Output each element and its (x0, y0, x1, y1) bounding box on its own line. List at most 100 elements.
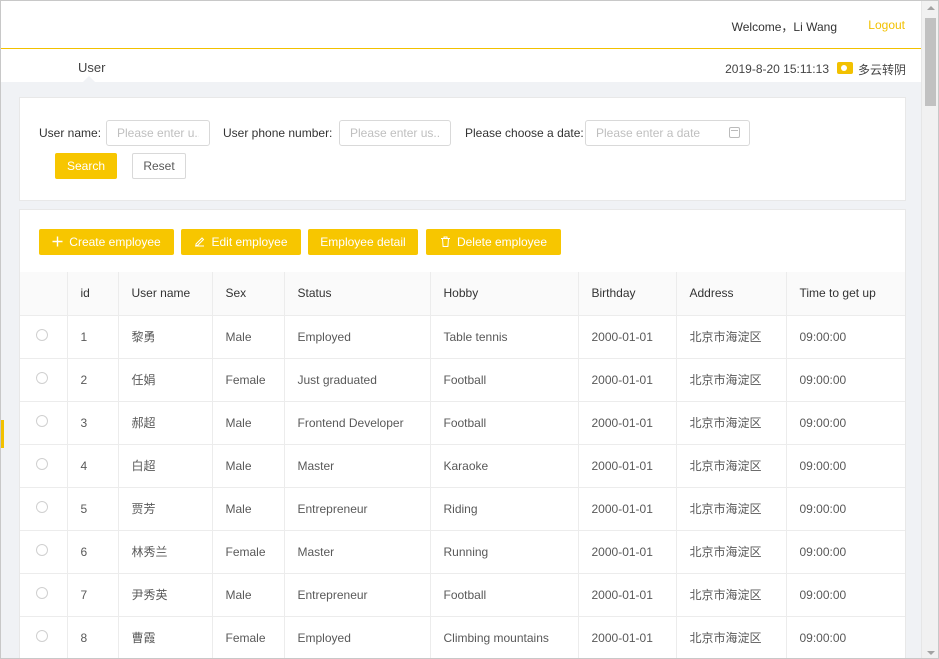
row-radio[interactable] (36, 458, 48, 470)
cell-hobby: Running (430, 530, 579, 574)
welcome-text: Welcome，Li Wang (731, 20, 837, 34)
phone-label: User phone number: (223, 126, 333, 140)
cell-birthday: 2000-01-01 (578, 401, 677, 445)
column-header-birthday[interactable]: Birthday (578, 272, 677, 316)
delete-employee-button[interactable]: Delete employee (426, 229, 561, 255)
table-header-row: id User name Sex Status Hobby Birthday A… (20, 272, 905, 316)
row-select-cell[interactable] (20, 358, 68, 402)
delete-employee-label: Delete employee (456, 235, 548, 249)
cell-status: Just graduated (284, 358, 431, 402)
row-select-cell[interactable] (20, 573, 68, 617)
cell-user-name: 郝超 (118, 401, 213, 445)
scroll-up-arrow-icon[interactable] (927, 6, 935, 10)
create-employee-button[interactable]: Create employee (39, 229, 174, 255)
column-header-id[interactable]: id (67, 272, 119, 316)
row-select-cell[interactable] (20, 487, 68, 531)
plus-icon (52, 236, 63, 249)
cell-getup-time: 09:00:00 (786, 358, 905, 402)
cell-sex: Female (212, 530, 285, 574)
cell-address: 北京市海淀区 (676, 487, 787, 531)
cell-sex: Male (212, 573, 285, 617)
row-radio[interactable] (36, 372, 48, 384)
cell-user-name: 黎勇 (118, 315, 213, 359)
row-select-cell[interactable] (20, 530, 68, 574)
app-window: Welcome，Li Wang Logout User 2019-8-20 15… (0, 0, 939, 659)
column-header-sex[interactable]: Sex (212, 272, 285, 316)
username-input[interactable] (106, 120, 210, 146)
cell-address: 北京市海淀区 (676, 573, 787, 617)
main-content: User name: User phone number: Please cho… (1, 82, 922, 658)
cell-birthday: 2000-01-01 (578, 444, 677, 488)
date-label: Please choose a date: (465, 126, 584, 140)
cell-address: 北京市海淀区 (676, 401, 787, 445)
edit-employee-label: Edit employee (211, 235, 288, 249)
table-row[interactable]: 4 白超 Male Master Karaoke 2000-01-01 北京市海… (20, 444, 905, 488)
trash-icon (440, 236, 451, 249)
reset-button-label: Reset (143, 159, 175, 173)
cell-birthday: 2000-01-01 (578, 616, 677, 658)
cell-hobby: Climbing mountains (430, 616, 579, 658)
cell-sex: Male (212, 401, 285, 445)
phone-input[interactable] (339, 120, 451, 146)
table-row[interactable]: 3 郝超 Male Frontend Developer Football 20… (20, 401, 905, 445)
cell-getup-time: 09:00:00 (786, 401, 905, 445)
table-row[interactable]: 7 尹秀英 Male Entrepreneur Football 2000-01… (20, 573, 905, 617)
username-label: User name: (39, 126, 102, 140)
date-picker-input[interactable] (585, 120, 750, 146)
search-form-card: User name: User phone number: Please cho… (19, 97, 906, 201)
column-header-user-name[interactable]: User name (118, 272, 213, 316)
cell-birthday: 2000-01-01 (578, 530, 677, 574)
cell-hobby: Table tennis (430, 315, 579, 359)
cell-address: 北京市海淀区 (676, 358, 787, 402)
row-radio[interactable] (36, 329, 48, 341)
top-header: Welcome，Li Wang Logout (1, 1, 922, 49)
cell-status: Master (284, 530, 431, 574)
search-button[interactable]: Search (55, 153, 117, 179)
cell-sex: Male (212, 487, 285, 531)
column-header-address[interactable]: Address (676, 272, 787, 316)
calendar-icon[interactable] (729, 127, 740, 138)
edit-employee-button[interactable]: Edit employee (181, 229, 301, 255)
column-header-getup-time[interactable]: Time to get up (786, 272, 905, 316)
scroll-down-arrow-icon[interactable] (927, 651, 935, 655)
cell-status: Entrepreneur (284, 487, 431, 531)
cell-sex: Male (212, 315, 285, 359)
row-select-cell[interactable] (20, 315, 68, 359)
employee-detail-button[interactable]: Employee detail (308, 229, 418, 255)
table-row[interactable]: 8 曹霞 Female Employed Climbing mountains … (20, 616, 905, 658)
table-row[interactable]: 5 贾芳 Male Entrepreneur Riding 2000-01-01… (20, 487, 905, 531)
employee-detail-label: Employee detail (320, 235, 406, 249)
column-header-hobby[interactable]: Hobby (430, 272, 579, 316)
column-header-select (20, 272, 68, 316)
row-radio[interactable] (36, 587, 48, 599)
row-radio[interactable] (36, 501, 48, 513)
weather-text: 多云转阴 (857, 63, 906, 77)
cell-birthday: 2000-01-01 (578, 315, 677, 359)
cell-user-name: 曹霞 (118, 616, 213, 658)
table-row[interactable]: 6 林秀兰 Female Master Running 2000-01-01 北… (20, 530, 905, 574)
row-radio[interactable] (36, 415, 48, 427)
row-select-cell[interactable] (20, 444, 68, 488)
cell-id: 1 (67, 315, 119, 359)
cell-address: 北京市海淀区 (676, 616, 787, 658)
cell-hobby: Football (430, 358, 579, 402)
cell-status: Master (284, 444, 431, 488)
cell-getup-time: 09:00:00 (786, 616, 905, 658)
row-radio[interactable] (36, 630, 48, 642)
reset-button[interactable]: Reset (132, 153, 186, 179)
row-radio[interactable] (36, 544, 48, 556)
cell-status: Frontend Developer (284, 401, 431, 445)
row-select-cell[interactable] (20, 616, 68, 658)
cell-birthday: 2000-01-01 (578, 358, 677, 402)
cell-address: 北京市海淀区 (676, 444, 787, 488)
logout-link[interactable]: Logout (868, 18, 905, 32)
table-row[interactable]: 2 任娟 Female Just graduated Football 2000… (20, 358, 905, 402)
column-header-status[interactable]: Status (284, 272, 431, 316)
cell-hobby: Football (430, 573, 579, 617)
sidebar-accent (1, 420, 4, 448)
row-select-cell[interactable] (20, 401, 68, 445)
table-row[interactable]: 1 黎勇 Male Employed Table tennis 2000-01-… (20, 315, 905, 359)
vertical-scrollbar[interactable] (921, 1, 938, 658)
cell-getup-time: 09:00:00 (786, 487, 905, 531)
scrollbar-thumb[interactable] (925, 18, 936, 106)
